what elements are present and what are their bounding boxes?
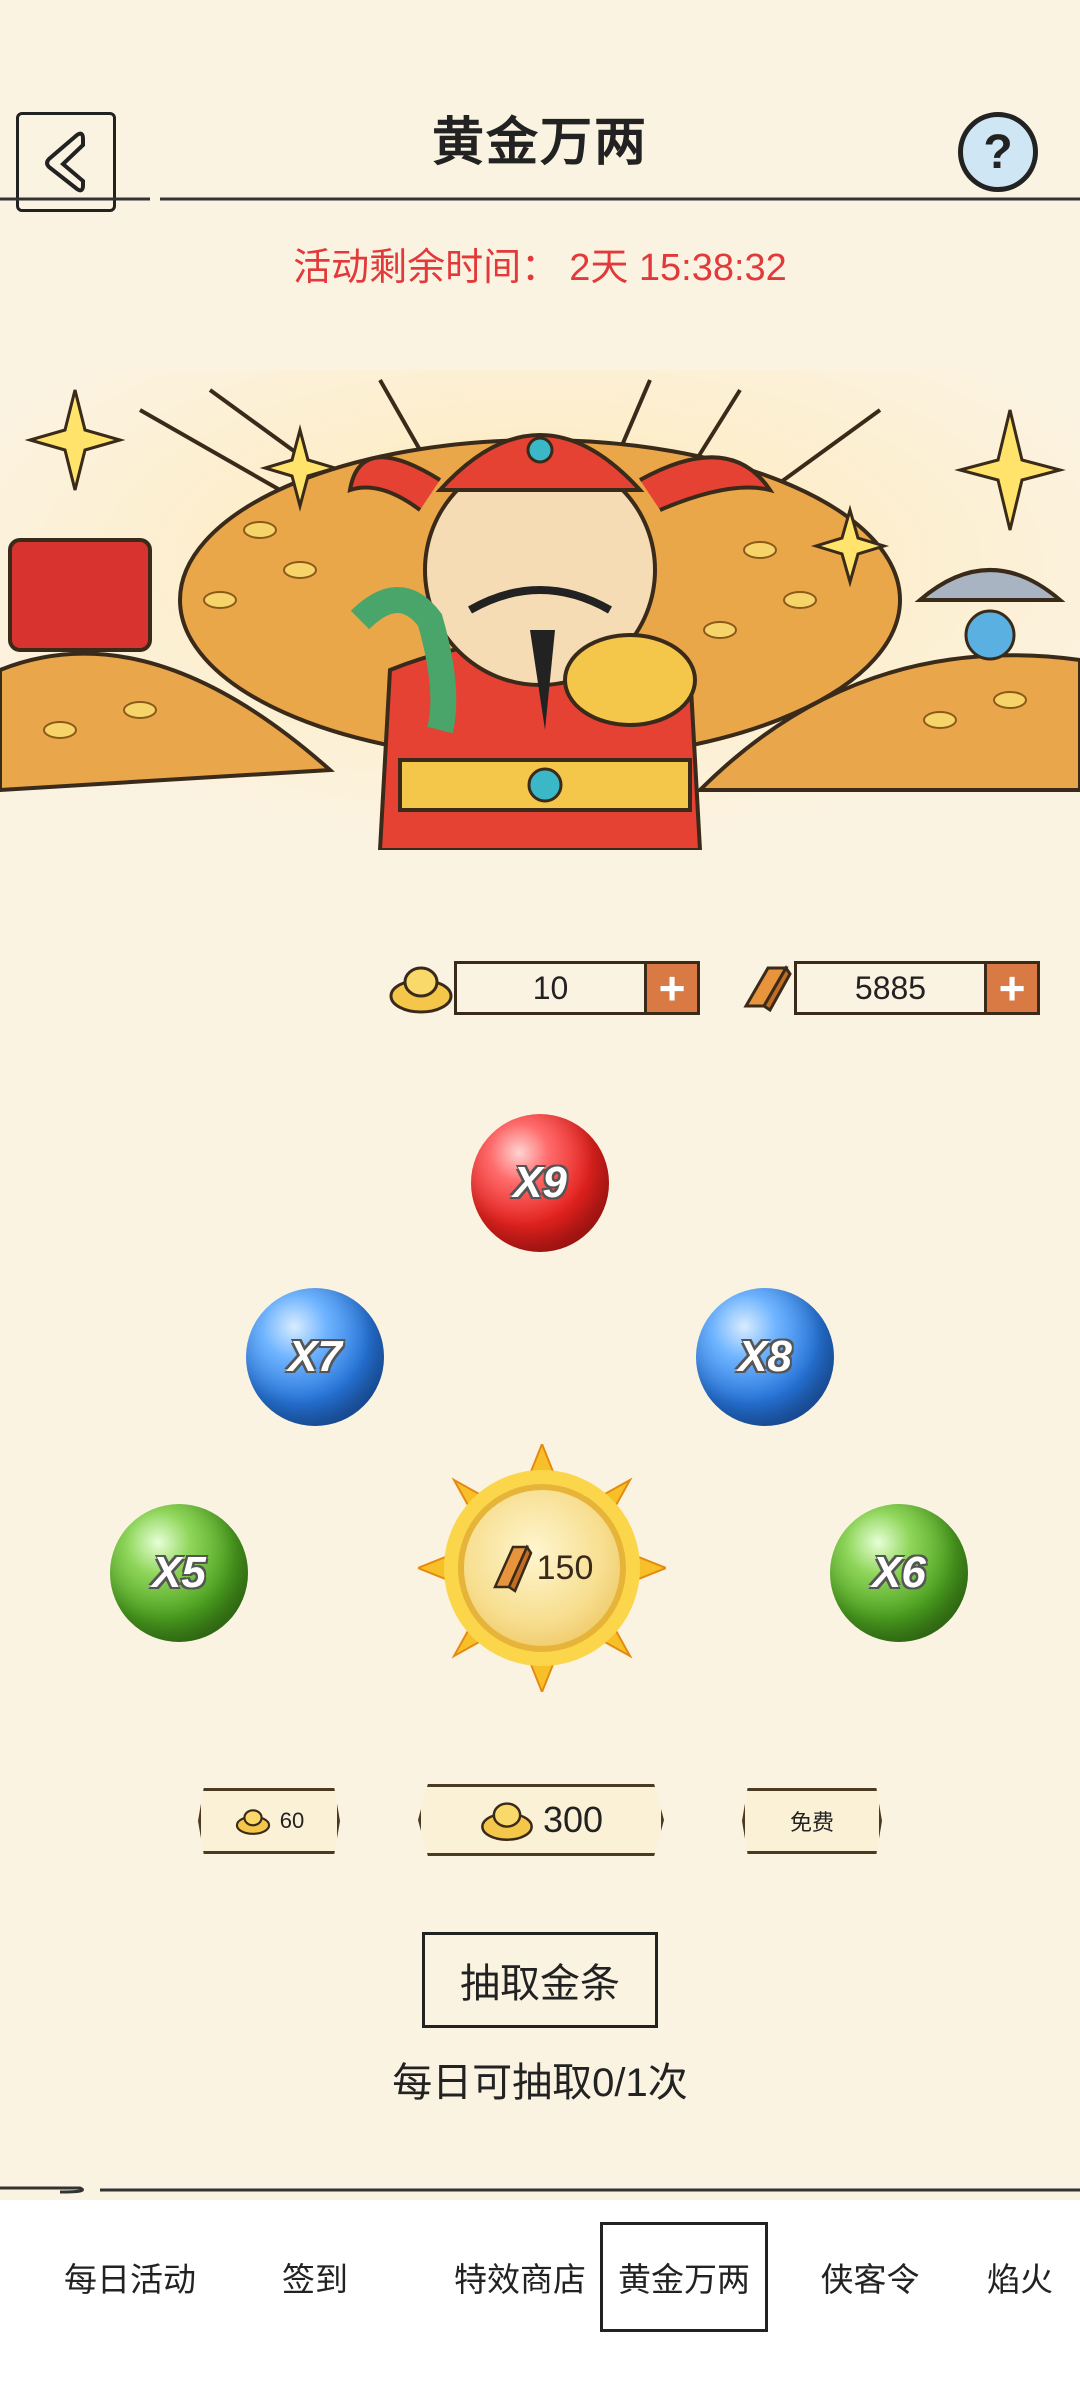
tab-daily-activity[interactable]: 每日活动 (40, 2222, 220, 2332)
multiplier-label: X8 (738, 1332, 792, 1381)
multiplier-orb-x8: X8 (696, 1288, 834, 1426)
gold-ingot-count: 10 (454, 961, 644, 1015)
multiplier-label: X5 (152, 1548, 206, 1597)
tab-effects-shop[interactable]: 特效商店 (420, 2222, 620, 2332)
multiplier-label: X9 (513, 1158, 567, 1207)
tab-hero-token[interactable]: 侠客令 (800, 2222, 940, 2332)
daily-draw-limit: 每日可抽取0/1次 (392, 2061, 688, 2105)
plus-icon: + (658, 962, 686, 1014)
draw-option-300[interactable]: 300 (418, 1784, 664, 1856)
draw-option-free[interactable]: 免费 (742, 1788, 882, 1854)
timer-label: 活动剩余时间： (293, 247, 560, 289)
event-timer: 活动剩余时间： 2天 15:38:32 (0, 236, 1080, 291)
help-button[interactable]: ? (958, 112, 1038, 192)
add-gold-ingot-button[interactable]: + (644, 961, 700, 1015)
header-divider (0, 197, 1080, 201)
center-reward-value: 150 (536, 1548, 594, 1587)
gold-bar-icon (492, 1544, 533, 1593)
multiplier-orb-x9: X9 (471, 1114, 609, 1252)
page-title: 黄金万两 (431, 114, 648, 172)
gold-bar-count: 5885 (794, 961, 984, 1015)
draw-gold-bar-button[interactable]: 抽取金条 (422, 1932, 658, 2028)
multiplier-label: X6 (872, 1548, 926, 1597)
gold-ingot-icon (481, 1802, 533, 1841)
gold-ingot-icon (235, 1809, 270, 1835)
help-icon: ? (983, 125, 1013, 179)
plus-icon: + (998, 962, 1026, 1014)
option-free-label: 免费 (789, 1810, 834, 1835)
option-cost: 60 (279, 1808, 305, 1833)
multiplier-orb-x5: X5 (110, 1504, 248, 1642)
multiplier-orb-x7: X7 (246, 1288, 384, 1426)
gold-bar-icon (743, 965, 792, 1013)
center-reward: 150 (458, 1484, 626, 1652)
option-cost: 300 (542, 1799, 604, 1840)
tab-sign-in[interactable]: 签到 (250, 2222, 380, 2332)
multiplier-label: X7 (288, 1332, 342, 1381)
multiplier-orb-x6: X6 (830, 1504, 968, 1642)
tab-fireworks[interactable]: 焰火 (972, 2222, 1068, 2332)
gold-bar-balance: 5885 + (738, 958, 1040, 1018)
gold-ingot-icon (389, 966, 453, 1014)
nav-divider (0, 2186, 1080, 2194)
gold-ingot-balance: 10 + (388, 958, 700, 1018)
tab-gold-fortune[interactable]: 黄金万两 (600, 2222, 768, 2332)
timer-value: 2天 15:38:32 (569, 247, 787, 289)
draw-option-60[interactable]: 60 (198, 1788, 340, 1854)
god-of-wealth-banner (0, 370, 1080, 850)
add-gold-bar-button[interactable]: + (984, 961, 1040, 1015)
